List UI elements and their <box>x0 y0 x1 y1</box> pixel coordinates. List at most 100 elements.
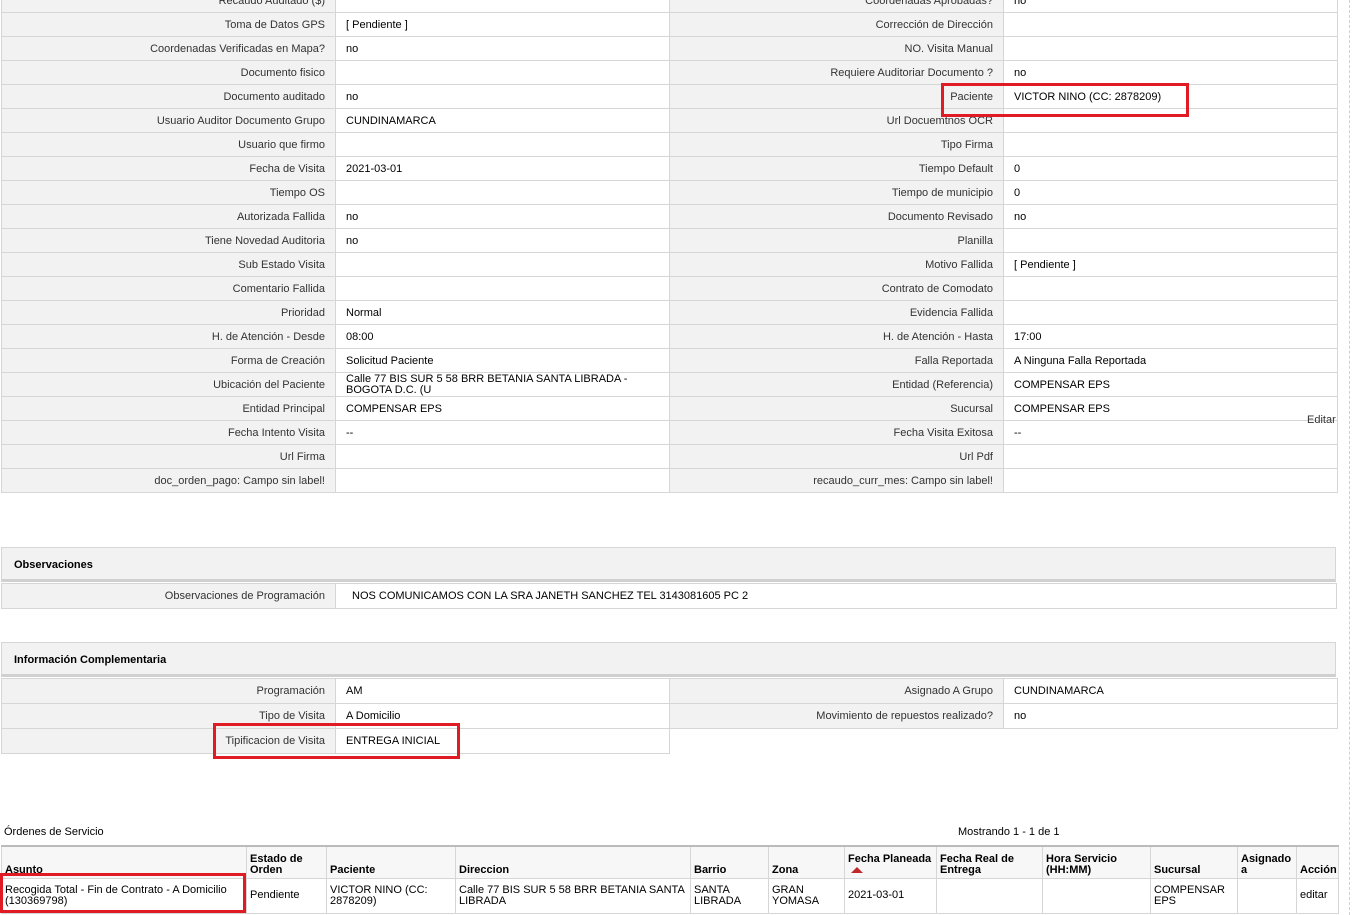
detail-label: Coordenadas Verificadas en Mapa? <box>1 36 336 61</box>
detail-value: no <box>1003 204 1338 229</box>
col-fecha-planeada-label: Fecha Planeada <box>848 852 932 865</box>
detail-row: Forma de Creación Solicitud Paciente Falla… <box>1 348 1338 373</box>
detail-value: COMPENSAR EPS <box>1003 396 1338 421</box>
detail-value <box>1003 132 1338 157</box>
detail-value: 2021-03-01 <box>335 156 670 181</box>
detail-value: no <box>1003 60 1338 85</box>
detail-value <box>335 276 670 301</box>
detail-value: no <box>335 84 670 109</box>
detail-row: Fecha Intento Visita -- Fecha Visita Exito… <box>1 420 1338 445</box>
detail-value <box>1003 276 1338 301</box>
detail-label: Url Firma <box>1 444 336 469</box>
detail-label: Entidad Principal <box>1 396 336 421</box>
detail-value: COMPENSAR EPS <box>335 396 670 421</box>
order-fecha-real <box>936 877 1043 914</box>
detail-label: Fecha de Visita <box>1 156 336 181</box>
detail-label: Motivo Fallida <box>669 252 1004 277</box>
order-barrio: SANTA LIBRADA <box>690 877 769 914</box>
detail-value <box>335 468 670 493</box>
table-row: Recogida Total - Fin de Contrato - A Dom… <box>1 877 1339 914</box>
detail-label: Coordenadas Aprobadas? <box>669 0 1004 13</box>
observaciones-header: Observaciones <box>1 547 1336 582</box>
detail-value <box>1003 444 1338 469</box>
detail-value: -- <box>335 420 670 445</box>
detail-label: Url Pdf <box>669 444 1004 469</box>
detail-label: Fecha Intento Visita <box>1 420 336 445</box>
detail-value: no <box>335 228 670 253</box>
order-sucursal: COMPENSAR EPS <box>1150 877 1238 914</box>
orders-count: Mostrando 1 - 1 de 1 <box>958 826 1060 838</box>
detail-value: no <box>335 36 670 61</box>
asignado-grupo-value: CUNDINAMARCA <box>1003 678 1338 704</box>
detail-row: Tiempo OS Tiempo de municipio 0 <box>1 180 1338 205</box>
tipificacion-value: ENTREGA INICIAL <box>335 728 670 754</box>
detail-label: Evidencia Fallida <box>669 300 1004 325</box>
page-scrollbar[interactable] <box>1349 0 1353 915</box>
detail-row: Entidad Principal COMPENSAR EPS Sucursal CO… <box>1 396 1338 421</box>
detail-row: H. de Atención - Desde 08:00 H. de Atenció… <box>1 324 1338 349</box>
detail-value <box>335 0 670 13</box>
order-hora-servicio <box>1042 877 1151 914</box>
col-estado-orden[interactable]: Estado de Orden <box>246 845 327 879</box>
col-direccion[interactable]: Direccion <box>455 845 691 879</box>
detail-value: COMPENSAR EPS <box>1003 372 1338 397</box>
detail-value: -- <box>1003 420 1338 445</box>
detail-value <box>1003 228 1338 253</box>
detail-value: 0 <box>1003 156 1338 181</box>
detail-value <box>335 132 670 157</box>
detail-row: Fecha de Visita 2021-03-01 Tiempo Default 0 <box>1 156 1338 181</box>
detail-label: Documento Revisado <box>669 204 1004 229</box>
sort-ascending-icon <box>851 866 863 873</box>
observaciones-table: Observaciones de Programación NOS COMUNI… <box>1 583 1337 609</box>
detail-value: [ Pendiente ] <box>335 12 670 37</box>
detail-label: Documento auditado <box>1 84 336 109</box>
programacion-label: Programación <box>1 678 336 704</box>
observaciones-label: Observaciones de Programación <box>1 583 336 609</box>
detail-row: Prioridad Normal Evidencia Fallida <box>1 300 1338 325</box>
detail-row: Usuario Auditor Documento Grupo CUNDINAMA… <box>1 108 1338 133</box>
order-editar-link[interactable]: editar <box>1296 877 1339 914</box>
detail-row: Url Firma Url Pdf <box>1 444 1338 469</box>
detail-row: Autorizada Fallida no Documento Revisado no <box>1 204 1338 229</box>
orders-table: Asunto Estado de Orden Paciente Direccio… <box>1 845 1339 914</box>
tipo-visita-value: A Domicilio <box>335 703 670 729</box>
detail-label: Entidad (Referencia) <box>669 372 1004 397</box>
col-barrio[interactable]: Barrio <box>690 845 769 879</box>
detail-label: Url Docuemtnos OCR <box>669 108 1004 133</box>
col-paciente[interactable]: Paciente <box>326 845 456 879</box>
detail-row: Coordenadas Verificadas en Mapa? no NO. Vi… <box>1 36 1338 61</box>
detail-row: Toma de Datos GPS[ Pendiente ] Corrección… <box>1 12 1338 37</box>
detail-label: Tiempo de municipio <box>669 180 1004 205</box>
detail-value <box>335 60 670 85</box>
detail-label: Tiene Novedad Auditoria <box>1 228 336 253</box>
col-asunto[interactable]: Asunto <box>1 845 247 879</box>
detail-value <box>1003 36 1338 61</box>
detail-value: no <box>335 204 670 229</box>
detail-value: Solicitud Paciente <box>335 348 670 373</box>
col-zona[interactable]: Zona <box>768 845 845 879</box>
detail-label: Comentario Fallida <box>1 276 336 301</box>
detail-value <box>1003 468 1338 493</box>
col-hora-servicio[interactable]: Hora Servicio (HH:MM) <box>1042 845 1151 879</box>
tipificacion-label: Tipificacion de Visita <box>1 728 336 754</box>
edit-link[interactable]: Editar <box>1307 414 1336 426</box>
col-fecha-planeada[interactable]: Fecha Planeada <box>844 845 937 879</box>
detail-value: A Ninguna Falla Reportada <box>1003 348 1338 373</box>
col-asignado[interactable]: Asignado a <box>1237 845 1297 879</box>
col-sucursal[interactable]: Sucursal <box>1150 845 1238 879</box>
detail-value: 17:00 <box>1003 324 1338 349</box>
detail-row: Ubicación del Paciente Calle 77 BIS SUR 5… <box>1 372 1338 397</box>
repuestos-value: no <box>1003 703 1338 729</box>
detail-value <box>1003 12 1338 37</box>
detail-row: Usuario que firmo Tipo Firma <box>1 132 1338 157</box>
order-fecha-planeada: 2021-03-01 <box>844 877 937 914</box>
col-fecha-real[interactable]: Fecha Real de Entrega <box>936 845 1043 879</box>
detail-label: Usuario que firmo <box>1 132 336 157</box>
info-complementaria-header: Información Complementaria <box>1 642 1336 677</box>
detail-label: Corrección de Dirección <box>669 12 1004 37</box>
detail-row: Comentario Fallida Contrato de Comodato <box>1 276 1338 301</box>
detail-label: Documento fisico <box>1 60 336 85</box>
detail-value: no <box>1003 0 1338 13</box>
asignado-grupo-label: Asignado A Grupo <box>669 678 1004 704</box>
detail-value: VICTOR NINO (CC: 2878209) <box>1003 84 1338 109</box>
